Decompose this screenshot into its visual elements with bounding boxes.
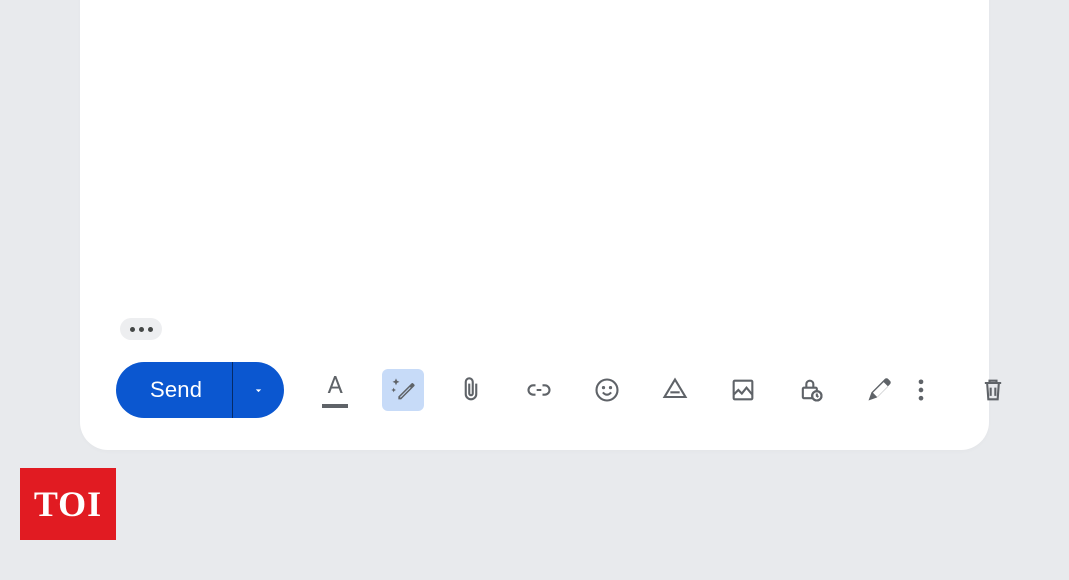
ellipsis-dot-icon (148, 327, 153, 332)
more-vert-icon (907, 376, 935, 404)
show-trimmed-content-button[interactable] (120, 318, 162, 340)
insert-emoji-button[interactable] (586, 369, 628, 411)
toi-badge-text: TOI (34, 483, 102, 525)
sparkle-pencil-icon (389, 376, 417, 404)
compose-toolbar: Send A (116, 360, 953, 420)
ellipsis-dot-icon (130, 327, 135, 332)
paperclip-icon (457, 376, 485, 404)
lock-clock-icon (797, 376, 825, 404)
send-options-button[interactable] (232, 362, 284, 418)
formatting-options-button[interactable]: A (314, 369, 356, 411)
link-icon (525, 376, 553, 404)
more-options-button[interactable] (900, 369, 942, 411)
text-format-icon: A (321, 373, 349, 408)
attach-file-button[interactable] (450, 369, 492, 411)
toi-watermark-badge: TOI (20, 468, 116, 540)
drive-icon (661, 376, 689, 404)
insert-drive-file-button[interactable] (654, 369, 696, 411)
help-me-write-button[interactable] (382, 369, 424, 411)
toolbar-icon-group-right (900, 369, 1014, 411)
pen-icon (865, 376, 893, 404)
send-button[interactable]: Send (116, 362, 232, 418)
toolbar-icon-group-left: A (314, 369, 900, 411)
insert-link-button[interactable] (518, 369, 560, 411)
confidential-mode-button[interactable] (790, 369, 832, 411)
send-button-group: Send (116, 362, 284, 418)
emoji-icon (593, 376, 621, 404)
discard-draft-button[interactable] (972, 369, 1014, 411)
ellipsis-dot-icon (139, 327, 144, 332)
insert-photo-button[interactable] (722, 369, 764, 411)
message-body-area[interactable] (116, 0, 953, 360)
image-icon (729, 376, 757, 404)
compose-window: Send A (80, 0, 989, 450)
caret-down-icon (252, 384, 265, 397)
insert-signature-button[interactable] (858, 369, 900, 411)
trash-icon (979, 376, 1007, 404)
